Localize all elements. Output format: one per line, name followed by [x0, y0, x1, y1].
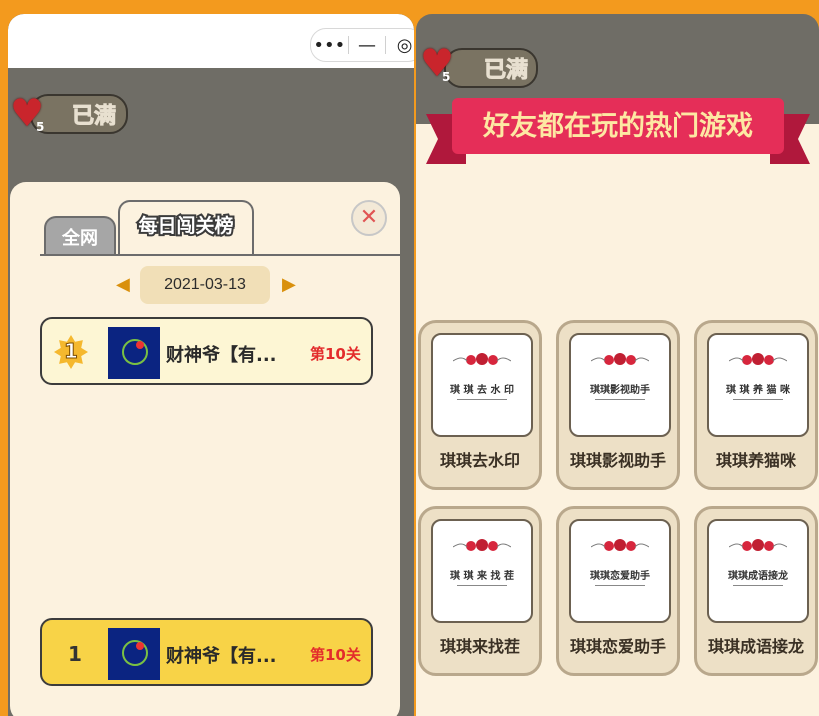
games-area: 琪 琪 去 水 印 琪琪去水印 琪琪影视助手 琪琪影视助手 琪 琪 养 猫 咪 …	[416, 124, 819, 716]
thumbnail-text: 琪琪影视助手	[590, 385, 650, 396]
right-window: 已满 ♥ 5 琪 琪 去 水 印 琪琪去水印 琪琪影视助手 琪琪影视助手 琪 琪…	[416, 14, 819, 716]
hearts-status-pill: 已满	[444, 48, 538, 88]
leaderboard-popup: 全网 每日闯关榜 ✕ ◀ 2021-03-13 ▶ 1 财神爷【有... 第10…	[10, 182, 400, 716]
flower-icon	[729, 539, 787, 551]
game-thumbnail: 琪琪恋爱助手	[569, 519, 671, 623]
banner-title: 好友都在玩的热门游戏	[483, 111, 753, 141]
game-thumbnail: 琪琪影视助手	[569, 333, 671, 437]
thumbnail-text: 琪 琪 养 猫 咪	[726, 385, 790, 396]
game-thumbnail: 琪 琪 去 水 印	[431, 333, 533, 437]
game-label: 琪琪影视助手	[569, 451, 666, 470]
rank-row: 1 财神爷【有... 第10关	[40, 317, 373, 385]
my-level-badge: 第10关	[310, 646, 361, 664]
divider	[733, 399, 783, 400]
minimize-icon[interactable]: —	[349, 35, 386, 56]
divider	[595, 399, 645, 400]
game-card[interactable]: 琪琪恋爱助手 琪琪恋爱助手	[556, 506, 680, 676]
my-avatar	[108, 628, 160, 680]
flower-icon	[729, 353, 787, 365]
flower-icon	[453, 353, 511, 365]
game-label: 琪琪恋爱助手	[569, 637, 666, 656]
tab-divider	[40, 254, 400, 256]
thumbnail-text: 琪琪恋爱助手	[590, 571, 650, 582]
date-selector: 2021-03-13	[140, 266, 270, 304]
game-thumbnail: 琪 琪 来 找 茬	[431, 519, 533, 623]
tab-all[interactable]: 全网	[44, 216, 116, 256]
player-name: 财神爷【有...	[166, 345, 277, 366]
target-icon[interactable]: ◎	[386, 35, 414, 56]
game-card[interactable]: 琪琪影视助手 琪琪影视助手	[556, 320, 680, 490]
close-button[interactable]: ✕	[351, 200, 387, 236]
more-icon[interactable]: •••	[311, 35, 348, 56]
flower-icon	[453, 539, 511, 551]
title-bar: ••• — ◎	[8, 14, 414, 68]
thumbnail-text: 琪琪成语接龙	[728, 571, 788, 582]
game-thumbnail: 琪琪成语接龙	[707, 519, 809, 623]
game-label: 琪琪来找茬	[439, 637, 520, 656]
game-label: 琪琪成语接龙	[707, 637, 804, 656]
level-badge: 第10关	[310, 345, 361, 363]
game-thumbnail: 琪 琪 养 猫 咪	[707, 333, 809, 437]
hearts-status-pill: 已满	[30, 94, 128, 134]
rank-number: 1	[64, 339, 79, 364]
game-label: 琪琪去水印	[439, 451, 520, 470]
game-card[interactable]: 琪 琪 去 水 印 琪琪去水印	[418, 320, 542, 490]
left-window: ••• — ◎ 已满 ♥ 5 全网 每日闯关榜 ✕ ◀ 2021-03-13 ▶…	[8, 14, 414, 716]
divider	[457, 399, 507, 400]
my-rank-row: 1 财神爷【有... 第10关	[40, 618, 373, 686]
mini-program-capsule: ••• — ◎	[310, 28, 414, 62]
tab-daily-ranking[interactable]: 每日闯关榜	[118, 200, 254, 256]
prev-date-icon[interactable]: ◀	[116, 274, 130, 295]
hearts-count: 5	[36, 120, 45, 134]
hearts-count: 5	[442, 70, 451, 84]
game-card[interactable]: 琪琪成语接龙 琪琪成语接龙	[694, 506, 818, 676]
hearts-status-text: 已满	[71, 103, 117, 129]
game-card[interactable]: 琪 琪 来 找 茬 琪琪来找茬	[418, 506, 542, 676]
avatar	[108, 327, 160, 379]
thumbnail-text: 琪 琪 来 找 茬	[450, 571, 514, 582]
hot-games-banner: 好友都在玩的热门游戏	[426, 98, 810, 164]
next-date-icon[interactable]: ▶	[282, 274, 296, 295]
game-card[interactable]: 琪 琪 养 猫 咪 琪琪养猫咪	[694, 320, 818, 490]
flower-icon	[591, 353, 649, 365]
thumbnail-text: 琪 琪 去 水 印	[450, 385, 514, 396]
game-label: 琪琪养猫咪	[715, 451, 796, 470]
divider	[457, 585, 507, 586]
divider	[733, 585, 783, 586]
my-rank-number: 1	[68, 642, 82, 666]
flower-icon	[591, 539, 649, 551]
my-player-name: 财神爷【有...	[166, 646, 277, 667]
hearts-status-text: 已满	[483, 57, 529, 83]
divider	[595, 585, 645, 586]
